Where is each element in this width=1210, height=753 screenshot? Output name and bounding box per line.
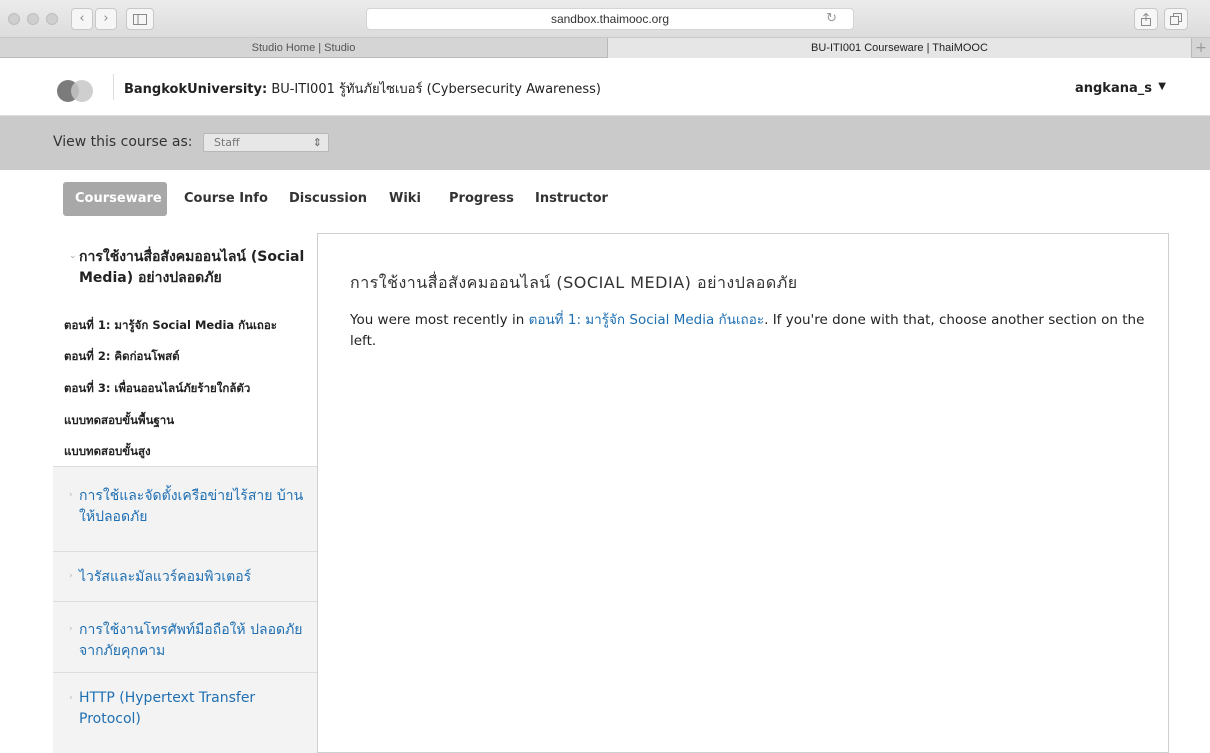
chevron-right-icon: › — [69, 624, 73, 634]
sidebar-toggle-button[interactable] — [126, 8, 154, 30]
course-name: BU-ITI001 รู้ทันภัยไซเบอร์ (Cybersecurit… — [271, 82, 601, 97]
tab-course-info[interactable]: Course Info — [184, 182, 268, 216]
tab-progress[interactable]: Progress — [449, 182, 514, 216]
view-as-label: View this course as: — [53, 134, 193, 150]
chapter-item[interactable]: › ไวรัสและมัลแวร์คอมพิวเตอร์ — [53, 551, 317, 601]
tab-instructor[interactable]: Instructor — [535, 182, 608, 216]
user-menu[interactable]: angkana_s — [1075, 81, 1152, 96]
chapter-item[interactable]: › การใช้งานโทรศัพท์มือถือให้ ปลอดภัยจากภ… — [53, 601, 317, 672]
chevron-right-icon: › — [69, 693, 73, 703]
address-url: sandbox.thaimooc.org — [550, 12, 670, 26]
new-tab-button[interactable]: + — [1192, 38, 1210, 58]
caret-down-icon[interactable]: ▼ — [1158, 81, 1166, 92]
chevron-down-icon: ⌄ — [69, 251, 77, 261]
tab-wiki[interactable]: Wiki — [389, 182, 421, 216]
select-arrows-icon: ⇕ — [312, 136, 322, 149]
share-icon — [1141, 12, 1151, 26]
forward-icon: › — [103, 11, 109, 26]
chapter-label[interactable]: การใช้งานโทรศัพท์มือถือให้ ปลอดภัยจากภัย… — [79, 620, 309, 662]
chapter-label[interactable]: HTTP (Hypertext Transfer Protocol) — [79, 688, 309, 730]
chapter-item[interactable]: › การใช้และจัดตั้งเครือข่ายไร้สาย บ้านให… — [53, 466, 317, 551]
resume-message: You were most recently in ตอนที่ 1: มารู… — [350, 310, 1150, 352]
chevron-right-icon: › — [69, 490, 73, 500]
tab-courseware[interactable]: BU-ITI001 Courseware | ThaiMOOC — [608, 38, 1192, 58]
chapter-label[interactable]: ไวรัสและมัลแวร์คอมพิวเตอร์ — [79, 567, 309, 588]
browser-titlebar: ‹ › sandbox.thaimooc.org ↻ — [0, 0, 1210, 38]
section-link[interactable]: ตอนที่ 1: มารู้จัก Social Media กันเถอะ — [64, 317, 277, 335]
chevron-right-icon: › — [69, 571, 73, 581]
section-link[interactable]: แบบทดสอบขั้นสูง — [64, 443, 151, 461]
zoom-window-button[interactable] — [46, 13, 58, 25]
back-icon: ‹ — [79, 11, 85, 26]
course-title: BangkokUniversity: BU-ITI001 รู้ทันภัยไซ… — [124, 78, 601, 99]
tab-courseware[interactable]: Courseware — [63, 182, 167, 216]
section-link[interactable]: ตอนที่ 2: คิดก่อนโพสต์ — [64, 348, 180, 366]
header-divider — [113, 74, 114, 100]
tab-bar: Studio Home | Studio BU-ITI001 Coursewar… — [0, 38, 1210, 58]
back-button[interactable]: ‹ — [71, 8, 93, 30]
chapter-item[interactable]: › HTTP (Hypertext Transfer Protocol) — [53, 672, 317, 753]
close-window-button[interactable] — [8, 13, 20, 25]
sidebar-icon — [133, 14, 147, 25]
resume-text-before: You were most recently in — [350, 312, 529, 328]
reload-icon[interactable]: ↻ — [826, 11, 837, 26]
forward-button[interactable]: › — [95, 8, 117, 30]
view-as-selected: Staff — [214, 136, 240, 149]
chapter-title[interactable]: การใช้งานสื่อสังคมออนไลน์ (Social Media)… — [79, 247, 309, 289]
tab-studio-home[interactable]: Studio Home | Studio — [0, 38, 608, 58]
tabs-overview-button[interactable] — [1164, 8, 1188, 30]
site-logo[interactable] — [57, 80, 95, 102]
address-bar[interactable]: sandbox.thaimooc.org ↻ — [366, 8, 854, 30]
section-link[interactable]: ตอนที่ 3: เพื่อนออนไลน์ภัยร้ายใกล้ตัว — [64, 380, 250, 398]
tab-discussion[interactable]: Discussion — [289, 182, 367, 216]
share-button[interactable] — [1134, 8, 1158, 30]
resume-section-link[interactable]: ตอนที่ 1: มารู้จัก Social Media กันเถอะ — [529, 312, 765, 328]
tabs-icon — [1170, 13, 1182, 25]
course-org: BangkokUniversity: — [124, 82, 268, 97]
view-as-select[interactable]: Staff ⇕ — [203, 133, 329, 152]
course-navigation: ⌄ การใช้งานสื่อสังคมออนไลน์ (Social Medi… — [53, 233, 318, 753]
content-heading: การใช้งานสื่อสังคมออนไลน์ (SOCIAL MEDIA)… — [350, 273, 798, 292]
section-link[interactable]: แบบทดสอบขั้นพื้นฐาน — [64, 412, 174, 430]
minimize-window-button[interactable] — [27, 13, 39, 25]
chapter-open: ⌄ การใช้งานสื่อสังคมออนไลน์ (Social Medi… — [53, 233, 317, 466]
chapter-label[interactable]: การใช้และจัดตั้งเครือข่ายไร้สาย บ้านให้ป… — [79, 486, 309, 528]
